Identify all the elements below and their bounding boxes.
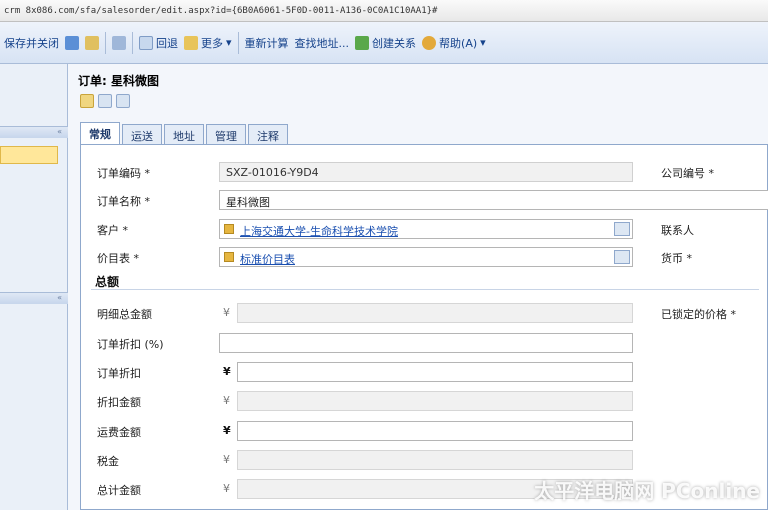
contact-label: 联系人	[661, 224, 694, 237]
more-actions-button[interactable]: 更多 ▾	[184, 35, 232, 51]
totals-label: 折扣金额	[97, 396, 141, 409]
collapse-icon[interactable]: «	[57, 127, 62, 136]
order-detail-icon	[116, 94, 130, 108]
rollback-button[interactable]: 回退	[139, 35, 178, 51]
owner-label: 货币 *	[661, 252, 692, 265]
totals-label: 订单折扣	[97, 367, 141, 380]
name-field[interactable]: 星科微图	[219, 190, 768, 210]
pricelist-icon	[224, 252, 234, 262]
customer-link[interactable]: 上海交通大学-生命科学技术学院	[240, 225, 398, 238]
form-icons	[80, 94, 130, 108]
totals-label: 明细总金额	[97, 308, 152, 321]
chevron-down-icon: ▾	[226, 36, 232, 49]
currency-symbol: ¥	[223, 306, 230, 319]
order-detail-icon	[98, 94, 112, 108]
main-content: 订单: 星科微图 常规 运送 地址 管理 注释 订单编码 * SXZ-01016…	[68, 64, 768, 510]
currency-symbol: ¥	[223, 482, 230, 495]
totals-row: 明细总金额 ¥ 已锁定的价格 *	[81, 302, 768, 324]
rollback-icon	[139, 35, 153, 50]
tab-notes[interactable]: 注释	[248, 124, 288, 144]
name-label: 订单名称 *	[97, 195, 150, 208]
tab-general[interactable]: 常规	[80, 122, 120, 144]
relation-icon	[355, 35, 370, 50]
order-id-label: 订单编码 *	[97, 167, 150, 180]
totals-row: 折扣金额 ¥	[81, 390, 768, 412]
lookup-address-button[interactable]: 查找地址...	[295, 35, 350, 51]
sidebar-section-header[interactable]: «	[0, 126, 68, 138]
totals-label: 运费金额	[97, 426, 141, 439]
account-icon	[224, 224, 234, 234]
section-divider	[91, 289, 759, 290]
attach-icon[interactable]	[112, 35, 126, 50]
currency-symbol: ¥	[223, 424, 231, 437]
chevron-down-icon: ▾	[480, 36, 486, 49]
detail-amount-field	[237, 303, 633, 323]
form-row: 订单编码 * SXZ-01016-Y9D4 公司编号 *	[81, 161, 768, 183]
page-title: 订单: 星科微图	[78, 74, 159, 88]
sidebar: « «	[0, 64, 68, 510]
order-icon	[80, 94, 94, 108]
form-panel: 订单编码 * SXZ-01016-Y9D4 公司编号 * 订单名称 * 星科微图…	[80, 144, 768, 510]
save-close-button[interactable]: 保存并关闭	[4, 35, 59, 51]
customer-lookup[interactable]: 上海交通大学-生命科学技术学院	[219, 219, 633, 239]
totals-row: 运费金额 ¥	[81, 420, 768, 442]
lookup-button[interactable]	[614, 250, 630, 264]
tab-administration[interactable]: 管理	[206, 124, 246, 144]
currency-symbol: ¥	[223, 394, 230, 407]
tab-shipping[interactable]: 运送	[122, 124, 162, 144]
totals-label: 税金	[97, 455, 119, 468]
url-text: crm 8x086.com/sfa/salesorder/edit.aspx?i…	[4, 6, 438, 16]
toolbar-divider	[105, 31, 106, 54]
order-id-field: SXZ-01016-Y9D4	[219, 162, 633, 182]
sidebar-section-header[interactable]: «	[0, 292, 68, 304]
totals-label: 订单折扣 (%)	[97, 338, 164, 351]
print-icon[interactable]	[85, 35, 99, 50]
tax-field	[237, 450, 633, 470]
currency-label: 公司编号 *	[661, 167, 714, 180]
form-row: 客户 * 上海交通大学-生命科学技术学院 联系人	[81, 218, 768, 240]
pre-freight-amount-field	[237, 391, 633, 411]
totals-row: 税金 ¥	[81, 449, 768, 471]
pricelist-link[interactable]: 标准价目表	[240, 253, 295, 266]
save-icon[interactable]	[65, 35, 79, 50]
create-relation-button[interactable]: 创建关系	[355, 35, 416, 51]
toolbar-divider	[237, 31, 239, 54]
totals-row: 订单折扣 ¥	[81, 361, 768, 383]
toolbar-divider	[132, 31, 133, 54]
pricelist-lookup[interactable]: 标准价目表	[219, 247, 633, 267]
actions-icon	[184, 35, 198, 50]
freight-amount-field[interactable]	[237, 421, 633, 441]
currency-symbol: ¥	[223, 365, 231, 378]
totals-label: 总计金额	[97, 484, 141, 497]
totals-section-title: 总额	[95, 275, 120, 289]
toolbar: 保存并关闭 回退 更多 ▾ 重新计算 查找地址... 创建关系 帮助(A) ▾	[0, 22, 768, 64]
discount-amount-field[interactable]	[237, 362, 633, 382]
collapse-icon[interactable]: «	[57, 293, 62, 302]
form-row: 价目表 * 标准价目表 货币 *	[81, 246, 768, 268]
discount-percent-field[interactable]	[219, 333, 633, 353]
sidebar-item-selected[interactable]	[0, 146, 58, 164]
help-icon	[422, 35, 437, 50]
customer-label: 客户 *	[97, 224, 128, 237]
recalculate-button[interactable]: 重新计算	[245, 35, 289, 51]
tab-strip: 常规 运送 地址 管理 注释	[80, 122, 288, 144]
help-button[interactable]: 帮助(A) ▾	[422, 35, 486, 51]
currency-symbol: ¥	[223, 453, 230, 466]
lookup-button[interactable]	[614, 222, 630, 236]
tab-address[interactable]: 地址	[164, 124, 204, 144]
address-bar[interactable]: crm 8x086.com/sfa/salesorder/edit.aspx?i…	[0, 0, 768, 22]
form-row: 订单名称 * 星科微图	[81, 189, 768, 211]
watermark: 太平洋电脑网 PConline	[534, 479, 760, 503]
pricelist-label: 价目表 *	[97, 252, 139, 265]
totals-row: 订单折扣 (%)	[81, 332, 768, 354]
locked-price-label: 已锁定的价格 *	[661, 308, 736, 321]
